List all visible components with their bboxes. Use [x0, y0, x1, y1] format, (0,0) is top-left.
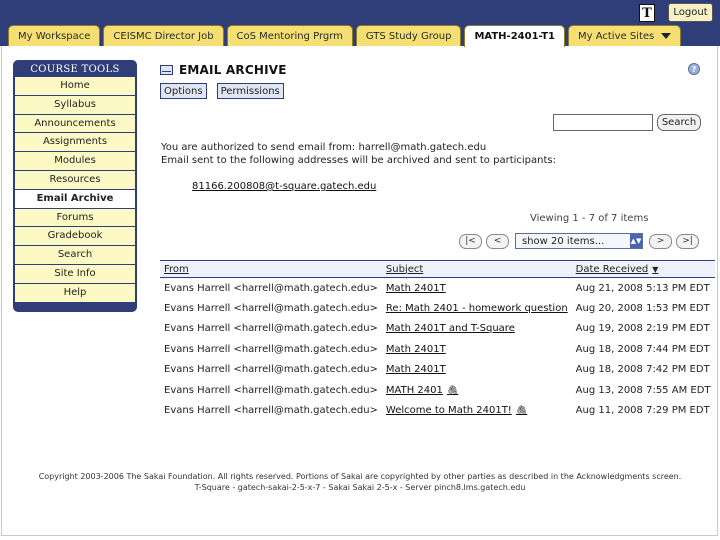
- next-page-button[interactable]: >: [649, 233, 672, 249]
- row-from: Evans Harrell <harrell@math.gatech.edu>: [164, 343, 378, 355]
- sidebar-item-home[interactable]: Home: [15, 77, 135, 95]
- tab-my-workspace[interactable]: My Workspace: [8, 25, 101, 46]
- tab-gts-study-group[interactable]: GTS Study Group: [355, 25, 462, 46]
- sidebar-item-modules[interactable]: Modules: [15, 152, 135, 170]
- tool-toolbar: Options Permissions: [160, 83, 284, 99]
- row-from: Evans Harrell <harrell@math.gatech.edu>: [164, 364, 378, 376]
- sidebar-item-forums[interactable]: Forums: [15, 208, 135, 227]
- subject-link[interactable]: Re: Math 2401 - homework question: [386, 303, 568, 314]
- select-arrows-icon: ▲▼: [630, 234, 642, 248]
- row-subject: Math 2401T: [382, 278, 572, 299]
- sidebar-item-syllabus[interactable]: Syllabus: [15, 95, 135, 114]
- row-subject: Re: Math 2401 - homework question: [382, 298, 572, 319]
- tab-cos-mentoring-prgrm[interactable]: CoS Mentoring Prgrm: [226, 25, 353, 46]
- footer-server-info: T-Square - gatech-sakai-2-5-x-7 - Sakai …: [194, 483, 526, 492]
- row-from: Evans Harrell <harrell@math.gatech.edu>: [164, 405, 378, 417]
- page-title: EMAIL ARCHIVE: [179, 63, 287, 77]
- tab-ceismc-director-job[interactable]: CEISMC Director Job: [103, 25, 224, 46]
- row-from: Evans Harrell <harrell@math.gatech.edu>: [164, 282, 378, 294]
- sidebar-item-gradebook[interactable]: Gradebook: [15, 227, 135, 246]
- subject-link[interactable]: Math 2401T: [386, 364, 446, 375]
- footer-copyright: Copyright 2003-2006 The Sakai Foundation…: [38, 472, 682, 481]
- info-line-sender: You are authorized to send email from: h…: [161, 142, 487, 153]
- subject-link[interactable]: MATH 2401: [386, 385, 443, 396]
- row-from: Evans Harrell <harrell@math.gatech.edu>: [164, 302, 378, 314]
- sidebar-item-help[interactable]: Help: [15, 283, 135, 302]
- subject-link[interactable]: Math 2401T: [386, 344, 446, 355]
- table-row: Evans Harrell <harrell@math.gatech.edu> W…: [160, 401, 715, 422]
- from-column-header[interactable]: From: [160, 260, 382, 278]
- search-button[interactable]: Search: [657, 114, 701, 131]
- subject-link[interactable]: Math 2401T: [386, 283, 446, 294]
- table-row: Evans Harrell <harrell@math.gatech.edu> M…: [160, 278, 715, 299]
- row-subject: Math 2401T: [382, 339, 572, 360]
- subject-link[interactable]: Math 2401T and T-Square: [386, 323, 515, 334]
- row-from: Evans Harrell <harrell@math.gatech.edu>: [164, 323, 378, 335]
- authorization-info: You are authorized to send email from: h…: [161, 141, 556, 167]
- attachment-icon: 🖇: [446, 385, 459, 396]
- sidebar-item-email-archive[interactable]: Email Archive: [15, 189, 135, 208]
- date-header-label[interactable]: Date Received: [576, 264, 649, 275]
- table-row: Evans Harrell <harrell@math.gatech.edu> M…: [160, 339, 715, 360]
- dropdown-arrow-icon: [661, 33, 672, 39]
- footer: Copyright 2003-2006 The Sakai Foundation…: [0, 471, 720, 493]
- last-page-button[interactable]: >|: [676, 233, 699, 249]
- table-row: Evans Harrell <harrell@math.gatech.edu> R…: [160, 298, 715, 319]
- pager: |< < show 20 items... ▲▼ > >|: [459, 233, 699, 249]
- tab-math-2401-t1[interactable]: MATH-2401-T1: [464, 25, 565, 47]
- row-date: Aug 18, 2008 7:44 PM EDT: [575, 343, 710, 355]
- row-date: Aug 18, 2008 7:42 PM EDT: [575, 364, 710, 376]
- row-date: Aug 21, 2008 5:13 PM EDT: [575, 282, 710, 294]
- permissions-button[interactable]: Permissions: [216, 83, 284, 99]
- sort-descending-icon[interactable]: ▼: [652, 265, 658, 274]
- search-input[interactable]: [553, 114, 653, 131]
- row-subject: Welcome to Math 2401T! 🖇: [382, 401, 572, 422]
- table-header-row: From Subject Date Received ▼: [160, 260, 715, 278]
- t-square-logo: T: [639, 4, 655, 22]
- date-column-header[interactable]: Date Received ▼: [571, 260, 715, 278]
- viewing-count: Viewing 1 - 7 of 7 items: [530, 213, 649, 224]
- row-subject: MATH 2401 🖇: [382, 380, 572, 401]
- row-from: Evans Harrell <harrell@math.gatech.edu>: [164, 384, 378, 396]
- sidebar-item-assignments[interactable]: Assignments: [15, 133, 135, 152]
- table-row: Evans Harrell <harrell@math.gatech.edu> M…: [160, 319, 715, 340]
- course-tools-sidebar: COURSE TOOLS Home Syllabus Announcements…: [13, 60, 137, 312]
- row-date: Aug 20, 2008 1:53 PM EDT: [575, 302, 710, 314]
- sidebar-title: COURSE TOOLS: [30, 64, 120, 75]
- sidebar-item-site-info[interactable]: Site Info: [15, 264, 135, 283]
- from-header-label[interactable]: From: [164, 264, 189, 275]
- help-icon[interactable]: ?: [688, 63, 700, 75]
- mail-icon: [160, 65, 173, 75]
- attachment-icon: 🖇: [515, 406, 528, 417]
- page-size-value: show 20 items...: [522, 235, 605, 247]
- message-table: From Subject Date Received ▼ Evans Harrel…: [160, 260, 715, 421]
- archive-address-link[interactable]: 81166.200808@t-square.gatech.edu: [192, 181, 376, 192]
- sidebar-item-search[interactable]: Search: [15, 246, 135, 264]
- subject-header-label[interactable]: Subject: [386, 264, 423, 275]
- site-tab-bar: My Workspace CEISMC Director Job CoS Men…: [8, 25, 682, 47]
- row-subject: Math 2401T: [382, 360, 572, 381]
- first-page-button[interactable]: |<: [459, 233, 482, 249]
- sidebar-item-announcements[interactable]: Announcements: [15, 114, 135, 133]
- row-date: Aug 11, 2008 7:29 PM EDT: [575, 405, 710, 417]
- info-line-archive: Email sent to the following addresses wi…: [161, 155, 556, 166]
- table-row: Evans Harrell <harrell@math.gatech.edu> M…: [160, 360, 715, 381]
- page-size-select[interactable]: show 20 items... ▲▼: [515, 233, 643, 249]
- tab-my-active-sites[interactable]: My Active Sites: [567, 25, 682, 46]
- options-button[interactable]: Options: [160, 83, 207, 99]
- row-date: Aug 13, 2008 7:55 AM EDT: [575, 384, 711, 396]
- logout-button[interactable]: Logout: [668, 3, 713, 22]
- row-date: Aug 19, 2008 2:19 PM EDT: [575, 323, 710, 335]
- subject-column-header[interactable]: Subject: [381, 260, 572, 278]
- tab-my-active-sites-label: My Active Sites: [577, 30, 655, 42]
- row-subject: Math 2401T and T-Square: [382, 319, 572, 340]
- subject-link[interactable]: Welcome to Math 2401T!: [386, 405, 512, 416]
- table-row: Evans Harrell <harrell@math.gatech.edu> M…: [160, 380, 715, 401]
- prev-page-button[interactable]: <: [486, 233, 509, 249]
- sidebar-item-resources[interactable]: Resources: [15, 170, 135, 189]
- tool-title: EMAIL ARCHIVE: [160, 63, 287, 77]
